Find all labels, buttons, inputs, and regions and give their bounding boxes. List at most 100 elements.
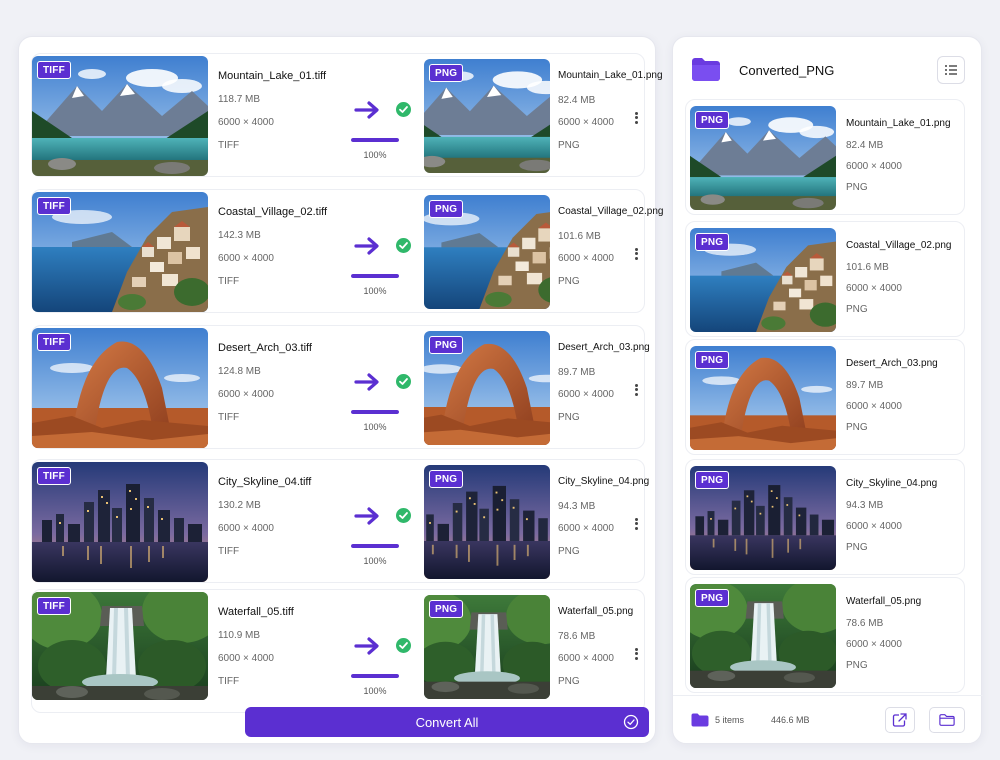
more-vertical-icon[interactable]: [630, 110, 642, 128]
output-filename: Mountain_Lake_01.png: [846, 118, 951, 129]
output-dimensions: 6000 × 4000: [558, 653, 614, 664]
conversion-row[interactable]: TIFF City_Skyline_04.tiff 130.2 MB 6000 …: [31, 459, 649, 583]
source-format: TIFF: [218, 676, 240, 687]
conversion-row[interactable]: TIFF Waterfall_05.tiff 110.9 MB 6000 × 4…: [31, 589, 645, 713]
output-filesize: 94.3 MB: [558, 501, 596, 512]
footer-divider: [673, 695, 983, 696]
output-file-card[interactable]: PNG Coastal_Village_02.png 101.6 MB 6000…: [685, 221, 965, 337]
output-thumbnail[interactable]: PNG: [424, 59, 550, 173]
output-filename: Mountain_Lake_01.png: [558, 70, 663, 81]
output-file-card[interactable]: PNG City_Skyline_04.png 94.3 MB 6000 × 4…: [685, 459, 965, 575]
source-format: TIFF: [218, 276, 240, 287]
output-thumbnail[interactable]: PNG: [424, 331, 550, 445]
output-dimensions: 6000 × 4000: [846, 283, 902, 294]
output-format: PNG: [846, 660, 868, 671]
more-vertical-icon[interactable]: [630, 516, 642, 534]
format-badge: PNG: [429, 336, 464, 354]
format-badge: PNG: [695, 351, 730, 369]
convert-all-button[interactable]: Convert All: [245, 707, 649, 737]
source-thumbnail[interactable]: TIFF: [32, 56, 208, 176]
source-thumbnail[interactable]: TIFF: [32, 592, 208, 700]
output-thumbnail[interactable]: PNG: [424, 595, 550, 699]
total-size: 446.6 MB: [771, 715, 810, 725]
output-file-card[interactable]: PNG Desert_Arch_03.png 89.7 MB 6000 × 40…: [685, 339, 965, 455]
progress-fill: [351, 410, 399, 414]
output-filesize: 89.7 MB: [846, 380, 884, 391]
source-filesize: 110.9 MB: [218, 630, 261, 641]
output-format: PNG: [846, 304, 868, 315]
format-badge: TIFF: [37, 197, 71, 215]
output-filesize: 101.6 MB: [846, 262, 889, 273]
source-filesize: 142.3 MB: [218, 230, 261, 241]
source-filesize: 130.2 MB: [218, 500, 261, 511]
source-filename: Waterfall_05.tiff: [218, 606, 294, 618]
output-folder-name: Converted_PNG: [739, 63, 835, 78]
more-vertical-icon[interactable]: [630, 646, 642, 664]
output-filename: Desert_Arch_03.png: [846, 358, 938, 369]
format-badge: PNG: [695, 589, 730, 607]
output-file-card[interactable]: PNG Waterfall_05.png 78.6 MB 6000 × 4000…: [685, 577, 965, 693]
output-thumbnail: PNG: [690, 228, 836, 332]
folder-icon: [691, 713, 709, 727]
open-folder-button[interactable]: [929, 707, 965, 733]
output-thumbnail[interactable]: PNG: [424, 465, 550, 579]
output-thumbnail: PNG: [690, 346, 836, 450]
source-dimensions: 6000 × 4000: [218, 253, 274, 264]
progress-percent: 100%: [363, 150, 387, 160]
check-circle-icon: [396, 508, 411, 523]
output-filename: Coastal_Village_02.png: [846, 240, 952, 251]
open-external-button[interactable]: [885, 707, 915, 733]
progress-fill: [351, 544, 399, 548]
source-thumbnail[interactable]: TIFF: [32, 192, 208, 312]
output-file-card[interactable]: PNG Mountain_Lake_01.png 82.4 MB 6000 × …: [685, 99, 965, 215]
output-dimensions: 6000 × 4000: [558, 117, 614, 128]
conversion-row[interactable]: TIFF Desert_Arch_03.tiff 124.8 MB 6000 ×…: [31, 325, 650, 449]
check-circle-icon: [396, 638, 411, 653]
check-circle-icon: [396, 374, 411, 389]
format-badge: PNG: [429, 64, 464, 82]
format-badge: PNG: [429, 470, 464, 488]
source-format: TIFF: [218, 412, 240, 423]
source-thumbnail[interactable]: TIFF: [32, 462, 208, 582]
progress-percent: 100%: [363, 556, 387, 566]
progress-fill: [351, 274, 399, 278]
output-format: PNG: [558, 412, 580, 423]
progress-bar: [351, 138, 399, 142]
output-dimensions: 6000 × 4000: [846, 161, 902, 172]
output-filename: City_Skyline_04.png: [846, 478, 938, 489]
progress-percent: 100%: [363, 286, 387, 296]
output-filesize: 82.4 MB: [558, 95, 596, 106]
output-filesize: 78.6 MB: [846, 618, 884, 629]
output-dimensions: 6000 × 4000: [558, 523, 614, 534]
source-thumbnail[interactable]: TIFF: [32, 328, 208, 448]
output-filesize: 78.6 MB: [558, 631, 596, 642]
check-outline-icon: [623, 714, 639, 730]
source-filesize: 118.7 MB: [218, 94, 261, 105]
more-vertical-icon[interactable]: [630, 382, 642, 400]
source-dimensions: 6000 × 4000: [218, 653, 274, 664]
output-thumbnail[interactable]: PNG: [424, 195, 550, 309]
format-badge: PNG: [429, 200, 464, 218]
output-dimensions: 6000 × 4000: [846, 521, 902, 532]
conversion-row[interactable]: TIFF Coastal_Village_02.tiff 142.3 MB 60…: [31, 189, 663, 313]
list-view-button[interactable]: [937, 56, 965, 84]
conversion-queue-panel: TIFF Mountain_Lake_01.tiff 118.7 MB 6000…: [18, 36, 663, 744]
output-format: PNG: [558, 546, 580, 557]
output-format: PNG: [846, 542, 868, 553]
conversion-row[interactable]: TIFF Mountain_Lake_01.tiff 118.7 MB 6000…: [31, 53, 663, 177]
progress-bar: [351, 544, 399, 548]
progress-percent: 100%: [363, 422, 387, 432]
convert-all-label: Convert All: [415, 714, 479, 730]
format-badge: PNG: [695, 111, 730, 129]
arrow-right-icon: [354, 507, 379, 525]
output-dimensions: 6000 × 4000: [558, 253, 614, 264]
output-format: PNG: [558, 676, 580, 687]
arrow-right-icon: [354, 637, 379, 655]
output-folder-panel: Converted_PNG PNG Mountain_Lake_01.png 8…: [672, 36, 983, 744]
output-filesize: 89.7 MB: [558, 367, 596, 378]
output-filename: Waterfall_05.png: [558, 606, 634, 617]
source-dimensions: 6000 × 4000: [218, 117, 274, 128]
more-vertical-icon[interactable]: [630, 246, 642, 264]
output-filename: Coastal_Village_02.png: [558, 206, 664, 217]
output-thumbnail: PNG: [690, 466, 836, 570]
